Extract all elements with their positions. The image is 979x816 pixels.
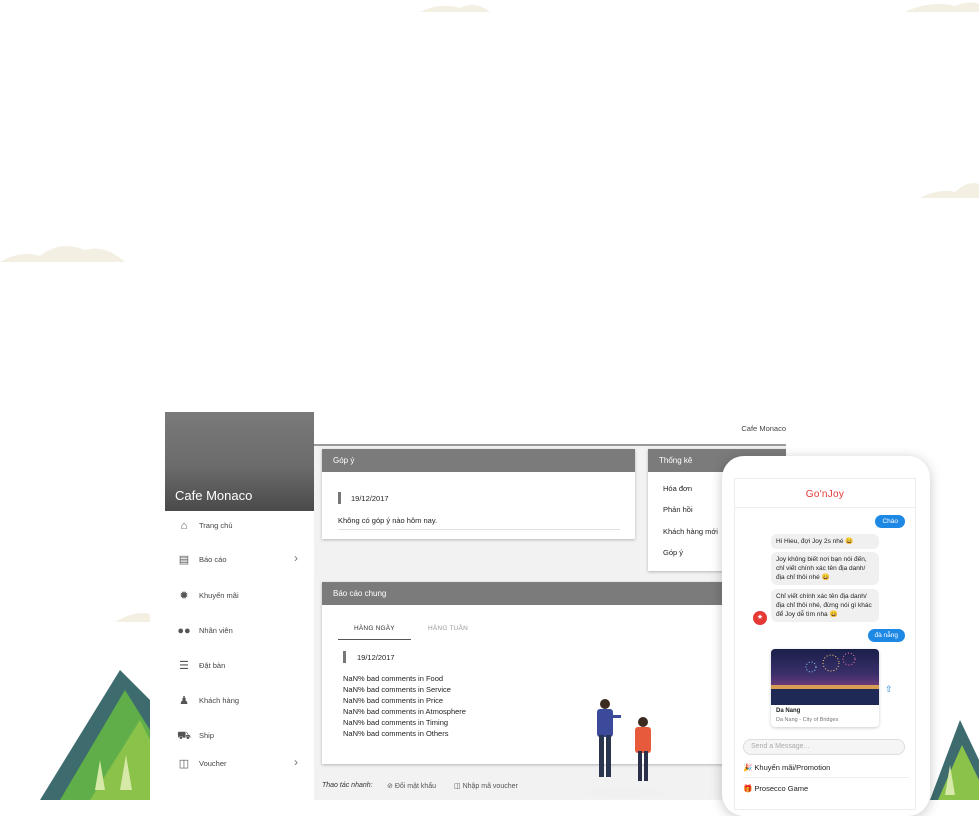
badge-icon: ✹ bbox=[179, 590, 189, 602]
tab-hang-ngay[interactable]: HÀNG NGÀY bbox=[354, 625, 395, 632]
location-card-title: Da Nang bbox=[776, 708, 801, 714]
report-line: NaN% bad comments in Service bbox=[343, 685, 451, 694]
feedback-message: Không có góp ý nào hôm nay. bbox=[338, 516, 438, 525]
location-card-subtitle: Da Nang - City of Bridges bbox=[776, 717, 839, 723]
message-input-placeholder: Send a Message... bbox=[751, 743, 810, 750]
gift-icon: ◫ bbox=[454, 783, 461, 790]
people-icon: ●● bbox=[177, 625, 191, 637]
message-input[interactable]: Send a Message... bbox=[743, 739, 905, 755]
eye-slash-icon: ⊘ bbox=[387, 783, 393, 790]
quick-actions-label: Thao tác nhanh: bbox=[322, 782, 373, 789]
sidebar-item-label: Khách hàng bbox=[199, 696, 240, 705]
sidebar-item-bao-cao[interactable]: ▤ Báo cáo › bbox=[165, 546, 314, 576]
quick-action-enter-voucher[interactable]: ◫ Nhập mã voucher bbox=[454, 782, 518, 790]
feedback-card-title: Góp ý bbox=[333, 456, 355, 465]
sidebar-item-nhan-vien[interactable]: ●● Nhân viên bbox=[165, 617, 314, 647]
stats-item-gop-y[interactable]: Góp ý bbox=[663, 548, 683, 557]
active-tab-indicator bbox=[338, 639, 411, 640]
stats-item-hoa-don[interactable]: Hóa đơn bbox=[663, 484, 692, 493]
sidebar-item-label: Trang chủ bbox=[199, 521, 233, 530]
sidebar-item-label: Ship bbox=[199, 731, 215, 740]
quick-action-label: Đổi mật khẩu bbox=[394, 783, 437, 790]
phone-mockup: Go'nJoy Chào Hi Hieu, đợi Joy 2s nhé 😄 J… bbox=[722, 456, 930, 816]
sidebar-item-ship[interactable]: ⛟ Ship bbox=[165, 722, 314, 752]
feedback-card-header: Góp ý bbox=[322, 449, 635, 472]
top-bar: Cafe Monaco bbox=[314, 412, 786, 446]
share-icon[interactable]: ⇧ bbox=[885, 684, 893, 695]
report-line: NaN% bad comments in Others bbox=[343, 729, 449, 738]
general-report-header: Báo cáo chung bbox=[322, 582, 786, 605]
chevron-right-icon: › bbox=[294, 551, 298, 565]
sidebar-item-trang-chu[interactable]: ⌂ Trang chủ bbox=[165, 512, 314, 542]
sidebar-item-label: Báo cáo bbox=[199, 555, 227, 564]
divider bbox=[338, 529, 620, 530]
sidebar: Cafe Monaco ⌂ Trang chủ ▤ Báo cáo › ✹ Kh… bbox=[165, 412, 314, 800]
report-icon: ▤ bbox=[178, 554, 190, 566]
divider bbox=[735, 507, 915, 508]
report-line: NaN% bad comments in Food bbox=[343, 674, 444, 683]
chat-message-user: đà nẵng bbox=[867, 629, 905, 642]
sidebar-item-voucher[interactable]: ◫ Voucher › bbox=[165, 750, 314, 780]
date-marker bbox=[343, 651, 346, 663]
feedback-card: Góp ý 19/12/2017 Không có góp ý nào hôm … bbox=[322, 449, 635, 539]
report-line: NaN% bad comments in Timing bbox=[343, 718, 449, 727]
chat-message-bot: Chỉ viết chính xác tên địa danh/ địa chỉ… bbox=[771, 589, 879, 622]
dashboard-window: Cafe Monaco ⌂ Trang chủ ▤ Báo cáo › ✹ Kh… bbox=[165, 412, 786, 800]
chat-message-user: Chào bbox=[875, 515, 905, 528]
gift-icon: ◫ bbox=[178, 758, 190, 770]
sidebar-header: Cafe Monaco bbox=[165, 412, 314, 511]
general-report-card: Báo cáo chung HÀNG NGÀY HÀNG TUẦN 19/12/… bbox=[322, 582, 786, 764]
stats-item-khach-hang-moi[interactable]: Khách hàng mới bbox=[663, 527, 718, 536]
bot-avatar: ★ bbox=[753, 611, 767, 625]
sidebar-item-label: Khuyến mãi bbox=[199, 591, 239, 600]
report-line: NaN% bad comments in Atmosphere bbox=[343, 707, 466, 716]
chevron-right-icon: › bbox=[294, 755, 298, 769]
sidebar-item-label: Đặt bàn bbox=[199, 661, 226, 670]
chat-message-bot: Joy không biết nơi bạn nói đến, chỉ viết… bbox=[771, 552, 879, 585]
sidebar-item-dat-ban[interactable]: ☰ Đặt bàn bbox=[165, 652, 314, 682]
top-bar-title: Cafe Monaco bbox=[741, 424, 786, 433]
home-icon: ⌂ bbox=[180, 520, 188, 532]
report-line: NaN% bad comments in Price bbox=[343, 696, 444, 705]
people-illustration bbox=[587, 699, 663, 798]
sidebar-title: Cafe Monaco bbox=[175, 488, 253, 503]
report-date: 19/12/2017 bbox=[357, 653, 395, 662]
chat-menu-item-promotion[interactable]: 🎉 Khuyến mãi/Promotion bbox=[743, 763, 909, 772]
sidebar-item-label: Nhân viên bbox=[199, 626, 233, 635]
user-icon: ♟ bbox=[179, 695, 189, 707]
feedback-date: 19/12/2017 bbox=[351, 494, 389, 503]
chat-message-bot: Hi Hieu, đợi Joy 2s nhé 😄 bbox=[771, 534, 879, 549]
general-report-title: Báo cáo chung bbox=[333, 589, 387, 598]
chat-screen: Go'nJoy Chào Hi Hieu, đợi Joy 2s nhé 😄 J… bbox=[734, 478, 916, 810]
chat-brand: Go'nJoy bbox=[805, 489, 845, 500]
city-image bbox=[771, 649, 879, 705]
truck-icon: ⛟ bbox=[177, 730, 191, 742]
sidebar-item-label: Voucher bbox=[199, 759, 227, 768]
date-marker bbox=[338, 492, 341, 504]
stats-item-phan-hoi[interactable]: Phản hồi bbox=[663, 505, 693, 514]
sidebar-item-khach-hang[interactable]: ♟ Khách hàng bbox=[165, 687, 314, 717]
chat-menu-item-game[interactable]: 🎁 Prosecco Game bbox=[743, 784, 909, 793]
tab-hang-tuan[interactable]: HÀNG TUẦN bbox=[428, 625, 468, 632]
quick-action-label: Nhập mã voucher bbox=[462, 783, 518, 790]
list-icon: ☰ bbox=[179, 660, 189, 672]
stats-card-title: Thống kê bbox=[659, 456, 693, 465]
divider bbox=[743, 777, 909, 778]
location-card[interactable]: Da Nang Da Nang - City of Bridges bbox=[771, 649, 879, 727]
sidebar-item-khuyen-mai[interactable]: ✹ Khuyến mãi bbox=[165, 582, 314, 612]
quick-action-change-password[interactable]: ⊘ Đổi mật khẩu bbox=[387, 782, 436, 790]
